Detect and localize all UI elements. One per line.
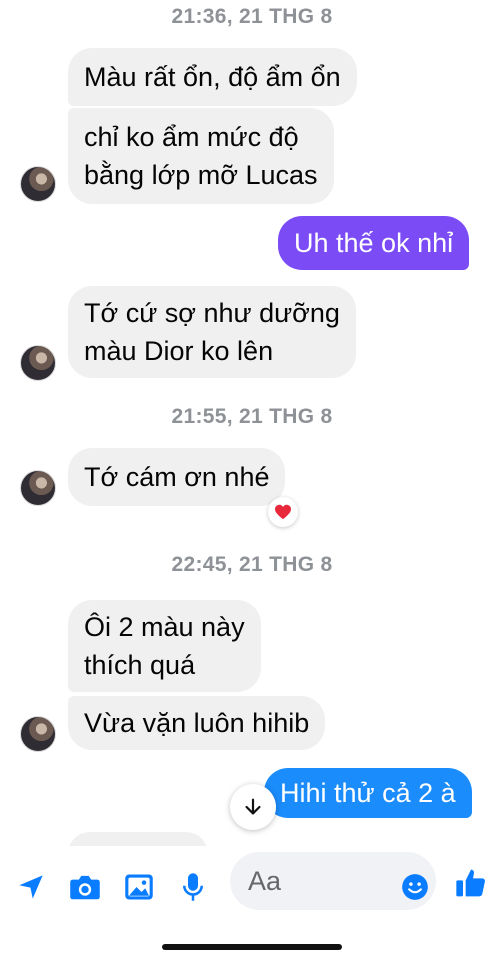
image-icon (125, 874, 153, 900)
emoji-icon (402, 874, 428, 900)
heart-reaction[interactable] (268, 497, 298, 527)
message-line: màu Dior ko lên (84, 336, 274, 366)
gallery-button[interactable] (122, 870, 156, 904)
incoming-message[interactable]: Tớ cám ơn nhé (68, 448, 286, 506)
camera-icon (70, 875, 100, 900)
outgoing-message[interactable]: Uh thế ok nhỉ (278, 216, 470, 270)
incoming-message[interactable]: chỉ ko ẩm mức độ bằng lớp mỡ Lucas (68, 108, 334, 204)
camera-button[interactable] (68, 870, 102, 904)
incoming-message[interactable]: Tớ cứ sợ như dưỡng màu Dior ko lên (68, 286, 356, 378)
avatar[interactable] (20, 470, 56, 506)
timestamp: 22:45, 21 THG 8 (171, 553, 333, 576)
home-indicator[interactable] (162, 944, 342, 950)
message-line: Tớ cứ sợ như dưỡng (84, 298, 340, 328)
voice-button[interactable] (176, 870, 210, 904)
like-button[interactable] (454, 866, 488, 900)
incoming-message[interactable]: Màu rất ổn, độ ẩm ổn (68, 48, 357, 106)
emoji-button[interactable] (398, 870, 432, 904)
message-input-placeholder: Aa (248, 866, 282, 896)
heart-icon (275, 504, 291, 520)
avatar[interactable] (20, 345, 56, 381)
timestamp: 21:36, 21 THG 8 (171, 5, 333, 28)
avatar[interactable] (20, 166, 56, 202)
arrow-down-icon (245, 798, 261, 815)
scroll-to-bottom-button[interactable] (230, 784, 276, 830)
microphone-icon (183, 873, 203, 901)
location-button[interactable] (14, 870, 48, 904)
outgoing-message[interactable]: Hihi thử cả 2 à (264, 768, 472, 818)
like-icon (456, 869, 485, 897)
avatar[interactable] (20, 716, 56, 752)
timestamp: 21:55, 21 THG 8 (171, 405, 333, 428)
message-line: Ôi 2 màu này (84, 612, 245, 642)
message-line: thích quá (84, 650, 196, 680)
message-line: chỉ ko ẩm mức độ (84, 122, 299, 152)
messenger-chat-screen: 21:36, 21 THG 8 Màu rất ổn, độ ẩm ổn chỉ… (0, 0, 504, 960)
incoming-message[interactable]: Vừa vặn luôn hihib (68, 696, 326, 750)
location-arrow-icon (19, 875, 43, 899)
message-line: bằng lớp mỡ Lucas (84, 160, 318, 190)
incoming-message[interactable]: Ôi 2 màu này thích quá (68, 600, 261, 692)
